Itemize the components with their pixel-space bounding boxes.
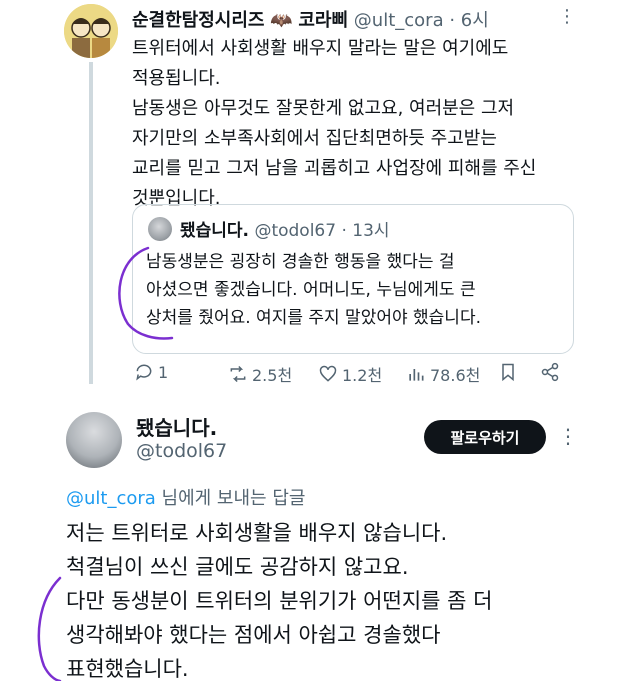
- author-handle[interactable]: @ult_cora: [354, 10, 444, 31]
- retweet-action[interactable]: 2.5천: [228, 362, 292, 386]
- replying-to-handle[interactable]: @ult_cora: [66, 488, 156, 509]
- bat-emoji-icon: 🦇: [270, 10, 293, 31]
- bookmark-action[interactable]: [498, 362, 518, 382]
- quoted-tweet-time: · 13시: [341, 221, 390, 241]
- more-options-icon[interactable]: ⋮: [558, 6, 576, 27]
- retweet-icon: [230, 365, 246, 383]
- tweet-header: 순결한탐정시리즈 🦇 코라삐 @ult_cora · 6시: [132, 6, 489, 32]
- reply-text: 저는 트위터로 사회생활을 배우지 않습니다. 척결님이 쓰신 글에도 공감하지…: [66, 521, 493, 681]
- quoted-avatar: [148, 217, 172, 241]
- more-options-icon[interactable]: ⋮: [558, 424, 578, 448]
- tweet-time[interactable]: · 6시: [449, 10, 488, 31]
- replying-to: @ult_cora 님에게 보내는 답글: [66, 484, 305, 510]
- quoted-author-handle: @todol67: [254, 221, 337, 241]
- reply-author-handle[interactable]: @todol67: [136, 440, 227, 462]
- views-chart-icon: [409, 369, 424, 381]
- views-action[interactable]: 78.6천: [406, 362, 480, 386]
- author-name-suffix[interactable]: 코라삐: [298, 10, 348, 31]
- bookmark-icon: [502, 363, 514, 382]
- share-icon: [541, 362, 559, 382]
- avatar-illustration: [64, 4, 118, 58]
- share-action[interactable]: [540, 362, 560, 382]
- like-count: 1.2천: [342, 366, 383, 385]
- quoted-tweet-text: 남동생분은 굉장히 경솔한 행동을 했다는 걸 아셨으면 좋겠습니다. 어머니도…: [146, 252, 481, 328]
- views-count: 78.6천: [430, 366, 481, 385]
- reply-count: 1: [158, 362, 169, 382]
- avatar[interactable]: [64, 4, 118, 58]
- reply-author-name[interactable]: 됐습니다.: [136, 412, 217, 441]
- like-action[interactable]: 1.2천: [318, 362, 382, 386]
- quoted-author-name: 됐습니다.: [180, 221, 250, 241]
- follow-button[interactable]: 팔로우하기: [424, 420, 546, 454]
- annotation-bracket-lower: [37, 576, 62, 681]
- thread-line: [89, 62, 93, 384]
- retweet-count: 2.5천: [252, 366, 293, 385]
- replying-to-label: 님에게 보내는 답글: [155, 488, 306, 509]
- reply-action[interactable]: 1: [134, 362, 168, 382]
- quoted-tweet-header: 됐습니다. @todol67 · 13시: [180, 216, 390, 241]
- reply-icon: [136, 364, 152, 381]
- reply-avatar[interactable]: [66, 412, 122, 468]
- tweet-text: 트위터에서 사회생활 배우지 말라는 말은 여기에도 적용됩니다. 남동생은 아…: [132, 38, 537, 209]
- author-name[interactable]: 순결한탐정시리즈: [132, 10, 264, 31]
- heart-icon: [319, 365, 337, 382]
